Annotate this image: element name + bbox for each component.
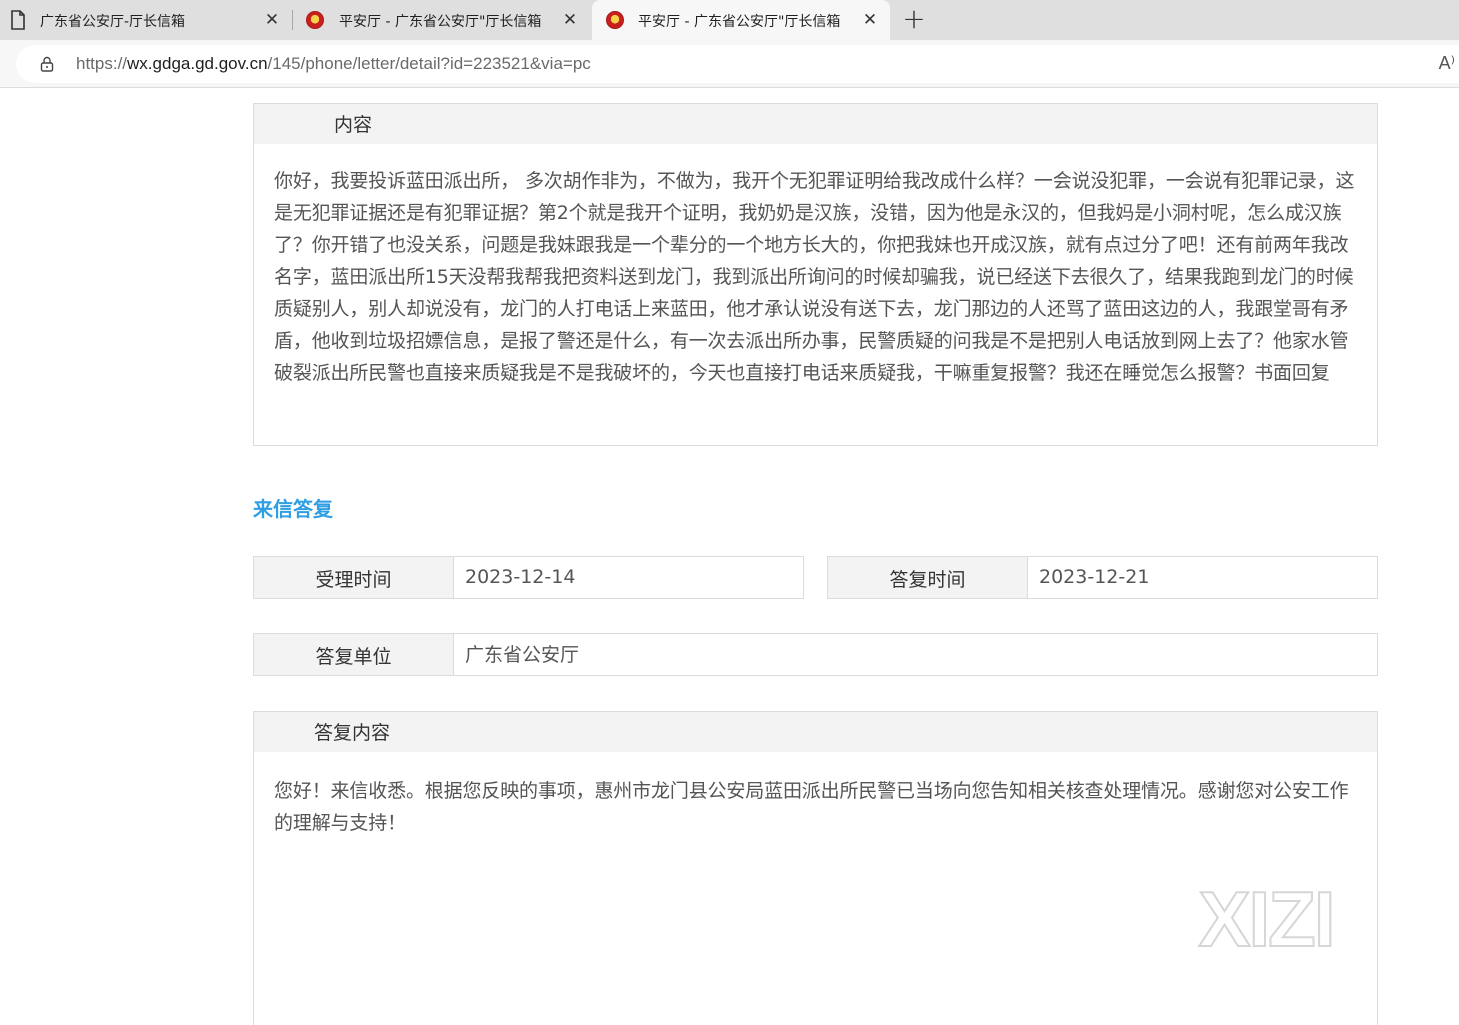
lock-icon[interactable]: [40, 56, 54, 72]
reply-unit-label: 答复单位: [254, 634, 454, 675]
document-icon: [11, 10, 25, 30]
url-field[interactable]: https://wx.gdga.gd.gov.cn/145/phone/lett…: [16, 45, 1459, 83]
police-emblem-icon: [306, 11, 324, 29]
browser-tab-strip: 广东省公安厅-厅长信箱 ✕ 平安厅 - 广东省公安厅"厅长信箱 ✕ 平安厅 - …: [0, 0, 1459, 40]
reply-unit-row: 答复单位 广东省公安厅: [253, 633, 1378, 676]
xizi-watermark-logo: XIZI: [1197, 884, 1336, 954]
letter-content-text: 你好，我要投诉蓝田派出所， 多次胡作非为，不做为，我开个无犯罪证明给我改成什么样…: [274, 170, 1355, 384]
reply-content-header: 答复内容: [254, 712, 1377, 752]
browser-tab-3-active[interactable]: 平安厅 - 广东省公安厅"厅长信箱 ✕: [592, 0, 890, 40]
reply-content-text: 您好！来信收悉。根据您反映的事项，惠州市龙门县公安局蓝田派出所民警已当场向您告知…: [274, 780, 1349, 834]
tab-separator: [292, 10, 293, 30]
reply-unit-value: 广东省公安厅: [465, 644, 580, 666]
content-header: 内容: [254, 104, 1377, 144]
tab-title: 平安厅 - 广东省公安厅"厅长信箱: [638, 14, 841, 30]
letter-content-panel: 内容 你好，我要投诉蓝田派出所， 多次胡作非为，不做为，我开个无犯罪证明给我改成…: [253, 103, 1378, 446]
police-emblem-icon: [606, 11, 624, 29]
reply-content-panel: 答复内容 您好！来信收悉。根据您反映的事项，惠州市龙门县公安局蓝田派出所民警已当…: [253, 711, 1378, 1025]
close-tab-icon[interactable]: ✕: [262, 10, 282, 30]
reply-time-value: 2023-12-21: [1039, 565, 1150, 588]
read-aloud-icon[interactable]: A⁾: [1439, 53, 1455, 74]
url-path: /145/phone/letter/detail?id=223521&via=p…: [267, 54, 591, 73]
reply-time-row: 答复时间 2023-12-21: [827, 556, 1378, 599]
watermark-text: XIZI: [1198, 884, 1333, 954]
address-bar: https://wx.gdga.gd.gov.cn/145/phone/lett…: [0, 40, 1459, 88]
reply-section-title: 来信答复: [253, 497, 333, 521]
url-text: https://wx.gdga.gd.gov.cn/145/phone/lett…: [76, 54, 591, 74]
browser-tab-2[interactable]: 平安厅 - 广东省公安厅"厅长信箱 ✕: [294, 0, 590, 40]
close-tab-icon[interactable]: ✕: [860, 10, 880, 30]
accept-time-value: 2023-12-14: [465, 565, 576, 588]
new-tab-button[interactable]: +: [900, 5, 928, 35]
close-tab-icon[interactable]: ✕: [560, 10, 580, 30]
tab-title: 平安厅 - 广东省公安厅"厅长信箱: [339, 14, 542, 30]
url-host: wx.gdga.gd.gov.cn: [127, 54, 268, 73]
tab-title: 广东省公安厅-厅长信箱: [40, 14, 186, 30]
accept-time-row: 受理时间 2023-12-14: [253, 556, 804, 599]
reply-time-label: 答复时间: [828, 557, 1028, 598]
url-scheme: https://: [76, 54, 128, 73]
browser-tab-1[interactable]: 广东省公安厅-厅长信箱 ✕: [0, 0, 292, 40]
accept-time-label: 受理时间: [254, 557, 454, 598]
